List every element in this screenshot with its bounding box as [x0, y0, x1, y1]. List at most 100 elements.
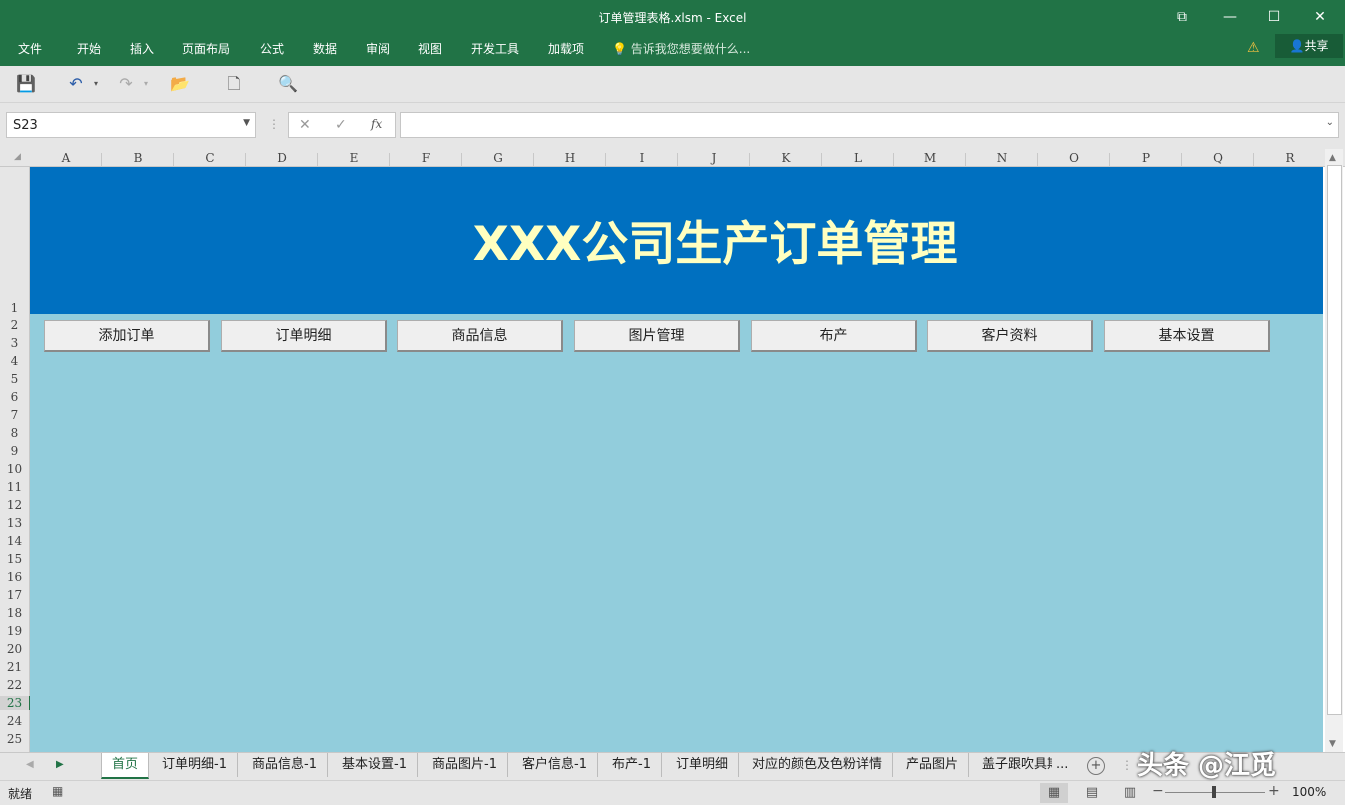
- column-divider[interactable]: [893, 153, 894, 167]
- drag-handle-icon[interactable]: ⋮: [268, 117, 280, 131]
- undo-icon[interactable]: ↶: [66, 74, 86, 94]
- undo-dropdown-icon[interactable]: ▾: [86, 74, 106, 94]
- select-all-icon[interactable]: ◢: [14, 152, 21, 162]
- more-sheets-button[interactable]: ...: [1052, 753, 1072, 777]
- row-header[interactable]: 11: [0, 480, 29, 494]
- redo-icon[interactable]: ↷: [116, 74, 136, 94]
- tell-me-search[interactable]: 💡 告诉我您想要做什么...: [612, 40, 750, 57]
- column-divider[interactable]: [101, 153, 102, 167]
- new-document-icon[interactable]: 🗋: [224, 74, 244, 94]
- add-sheet-icon[interactable]: +: [1087, 757, 1105, 775]
- zoom-slider[interactable]: [1165, 786, 1265, 798]
- sheet-tab[interactable]: 对应的颜色及色粉详情: [742, 753, 894, 777]
- column-divider[interactable]: [677, 153, 678, 167]
- share-button[interactable]: 👤共享: [1275, 34, 1343, 58]
- column-header[interactable]: O: [1038, 151, 1110, 165]
- vertical-scrollbar[interactable]: ▲ ▼: [1325, 149, 1343, 752]
- minimize-button[interactable]: —: [1210, 4, 1250, 30]
- sheet-tab[interactable]: 产品图片: [896, 753, 970, 777]
- column-header[interactable]: G: [462, 151, 534, 165]
- row-header-selected[interactable]: 23: [0, 696, 31, 710]
- scrollbar-thumb[interactable]: [1327, 165, 1342, 715]
- tab-scroll-right-icon[interactable]: ▶: [56, 759, 64, 770]
- column-divider[interactable]: [389, 153, 390, 167]
- customer-data-button[interactable]: 客户资料: [927, 320, 1093, 352]
- row-header[interactable]: 22: [0, 678, 29, 692]
- row-header[interactable]: 12: [0, 498, 29, 512]
- maximize-button[interactable]: ☐: [1254, 4, 1294, 30]
- image-management-button[interactable]: 图片管理: [574, 320, 740, 352]
- tab-review[interactable]: 审阅: [366, 40, 390, 57]
- column-header[interactable]: C: [174, 151, 246, 165]
- column-header[interactable]: R: [1254, 151, 1326, 165]
- column-divider[interactable]: [1109, 153, 1110, 167]
- row-header[interactable]: 16: [0, 570, 29, 584]
- sheet-tab[interactable]: 商品信息-1: [242, 753, 328, 777]
- zoom-slider-knob[interactable]: [1212, 786, 1216, 798]
- tab-developer[interactable]: 开发工具: [471, 40, 519, 57]
- warning-icon[interactable]: ⚠: [1247, 40, 1260, 56]
- column-header[interactable]: N: [966, 151, 1038, 165]
- column-header[interactable]: A: [30, 151, 102, 165]
- column-divider[interactable]: [821, 153, 822, 167]
- column-divider[interactable]: [461, 153, 462, 167]
- open-folder-icon[interactable]: 📂: [170, 74, 190, 94]
- row-header[interactable]: 2: [0, 318, 29, 332]
- column-header[interactable]: P: [1110, 151, 1182, 165]
- tab-addins[interactable]: 加载项: [548, 40, 584, 57]
- tab-split-handle-icon[interactable]: ⋮: [1121, 758, 1133, 772]
- tab-data[interactable]: 数据: [313, 40, 337, 57]
- tab-view[interactable]: 视图: [418, 40, 442, 57]
- row-header[interactable]: 9: [0, 444, 29, 458]
- zoom-level[interactable]: 100%: [1292, 785, 1326, 799]
- worksheet-area[interactable]: XXX公司生产订单管理 添加订单 订单明细 商品信息 图片管理 布产 客户资料 …: [30, 167, 1323, 752]
- zoom-out-icon[interactable]: −: [1152, 783, 1164, 799]
- cancel-icon[interactable]: ✕: [299, 117, 311, 133]
- row-header[interactable]: 15: [0, 552, 29, 566]
- print-preview-icon[interactable]: 🔍: [278, 74, 298, 94]
- tab-formulas[interactable]: 公式: [260, 40, 284, 57]
- column-divider[interactable]: [1253, 153, 1254, 167]
- add-order-button[interactable]: 添加订单: [44, 320, 210, 352]
- row-header[interactable]: 25: [0, 732, 29, 746]
- row-header[interactable]: 14: [0, 534, 29, 548]
- column-divider[interactable]: [1037, 153, 1038, 167]
- row-header[interactable]: 5: [0, 372, 29, 386]
- column-divider[interactable]: [173, 153, 174, 167]
- production-button[interactable]: 布产: [751, 320, 917, 352]
- tab-file[interactable]: 文件: [18, 40, 42, 57]
- column-divider[interactable]: [1181, 153, 1182, 167]
- sheet-tab[interactable]: 客户信息-1: [512, 753, 598, 777]
- product-info-button[interactable]: 商品信息: [397, 320, 563, 352]
- expand-formula-icon[interactable]: ⌄: [1326, 117, 1334, 128]
- column-header[interactable]: L: [822, 151, 894, 165]
- column-header[interactable]: M: [894, 151, 966, 165]
- row-header[interactable]: 20: [0, 642, 29, 656]
- order-details-button[interactable]: 订单明细: [221, 320, 387, 352]
- scroll-down-icon[interactable]: ▼: [1329, 739, 1336, 749]
- close-button[interactable]: ✕: [1300, 4, 1340, 30]
- column-divider[interactable]: [317, 153, 318, 167]
- column-header[interactable]: I: [606, 151, 678, 165]
- row-header[interactable]: 24: [0, 714, 29, 728]
- column-divider[interactable]: [749, 153, 750, 167]
- sheet-tab[interactable]: 订单明细-1: [152, 753, 238, 777]
- row-header[interactable]: 1: [0, 301, 29, 315]
- normal-view-icon[interactable]: ▦: [1040, 783, 1068, 803]
- row-header[interactable]: 19: [0, 624, 29, 638]
- row-header[interactable]: 17: [0, 588, 29, 602]
- tab-scroll-left-icon[interactable]: ◀: [26, 759, 34, 770]
- zoom-in-icon[interactable]: +: [1268, 783, 1280, 799]
- macro-record-icon[interactable]: ▦: [52, 784, 63, 798]
- basic-settings-button[interactable]: 基本设置: [1104, 320, 1270, 352]
- save-icon[interactable]: 💾: [16, 74, 36, 94]
- column-header[interactable]: E: [318, 151, 390, 165]
- formula-input[interactable]: ⌄: [400, 112, 1339, 138]
- row-header[interactable]: 3: [0, 336, 29, 350]
- ribbon-display-options-icon[interactable]: ⧉: [1162, 4, 1202, 30]
- sheet-tab[interactable]: 盖子跟吹具期: [972, 753, 1052, 777]
- row-header[interactable]: 4: [0, 354, 29, 368]
- redo-dropdown-icon[interactable]: ▾: [136, 74, 156, 94]
- column-divider[interactable]: [605, 153, 606, 167]
- tab-page-layout[interactable]: 页面布局: [182, 40, 230, 57]
